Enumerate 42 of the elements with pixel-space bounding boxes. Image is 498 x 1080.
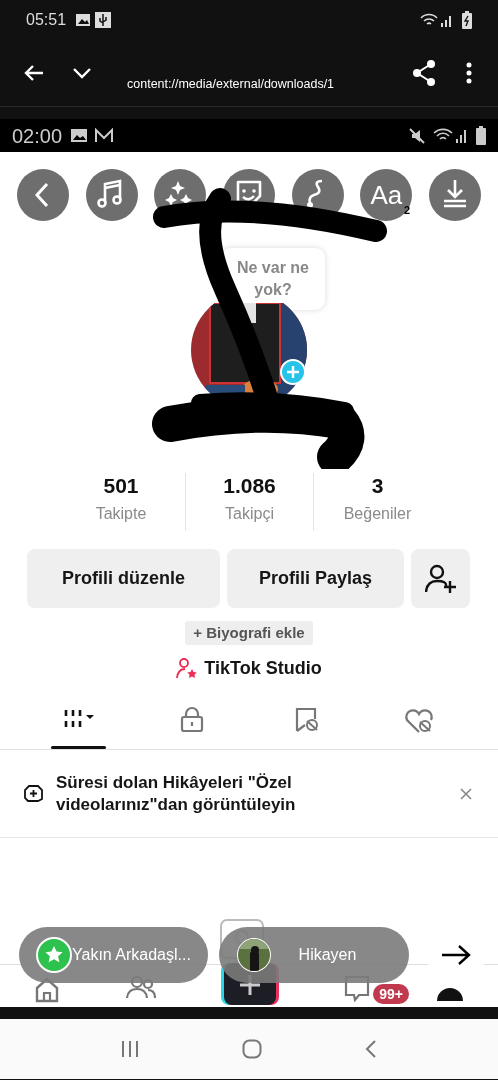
count-label: 2 <box>404 203 411 217</box>
tiktok-studio-link[interactable]: TikTok Studio <box>204 655 322 682</box>
close-icon[interactable] <box>460 787 472 800</box>
profile-button[interactable]: Profili Paylaş <box>227 549 404 608</box>
note-text: Ne var ne yok? <box>235 258 310 300</box>
person-star-icon <box>176 657 199 680</box>
stat-label: Takipçi <box>225 504 274 524</box>
arrow-right-icon <box>440 943 472 967</box>
stat-value: 501 <box>103 473 139 499</box>
gallery-icon <box>70 128 89 143</box>
download-icon[interactable] <box>428 169 481 221</box>
share-icon[interactable] <box>412 60 436 86</box>
file-path: content://media/external/downloads/1 <box>127 75 335 93</box>
mute-icon <box>409 127 425 144</box>
status-time: 02:00 <box>12 123 63 149</box>
share-target-button[interactable]: Yakın Arkadaşl... <box>19 927 208 983</box>
status-time: 05:51 <box>26 10 67 30</box>
profile-button[interactable]: Profili düzenle <box>27 549 220 608</box>
add-person-icon <box>424 563 457 594</box>
back-icon[interactable] <box>364 1039 377 1059</box>
back-icon[interactable] <box>17 169 69 221</box>
gallery-icon <box>75 13 92 27</box>
add-friend-button[interactable] <box>411 549 470 608</box>
banner-text: Süresi dolan Hikâyeleri "Özel videolarınız"dan görüntüleyin <box>56 771 297 816</box>
signal-icon <box>440 13 454 27</box>
story-plus-icon <box>23 784 44 803</box>
recent-apps-icon[interactable] <box>121 1040 140 1058</box>
add-bio-button[interactable]: + Biyografi ekle <box>185 621 313 645</box>
more-icon[interactable] <box>466 62 472 84</box>
stat-label: Beğeniler <box>343 504 412 524</box>
stat-value: 1.086 <box>223 473 276 499</box>
notification-badge: 99+ <box>373 984 409 1004</box>
stat-value: 3 <box>371 473 384 499</box>
battery-icon <box>476 126 486 145</box>
mail-icon <box>94 128 115 143</box>
signal-icon <box>455 128 469 143</box>
battery-icon <box>462 11 472 29</box>
stat-label: Takipte <box>95 504 147 524</box>
home-button-icon[interactable] <box>242 1039 262 1059</box>
music-note-icon[interactable] <box>85 169 138 221</box>
share-target-button[interactable]: Hikayen <box>219 927 409 983</box>
wifi-icon <box>420 13 438 27</box>
